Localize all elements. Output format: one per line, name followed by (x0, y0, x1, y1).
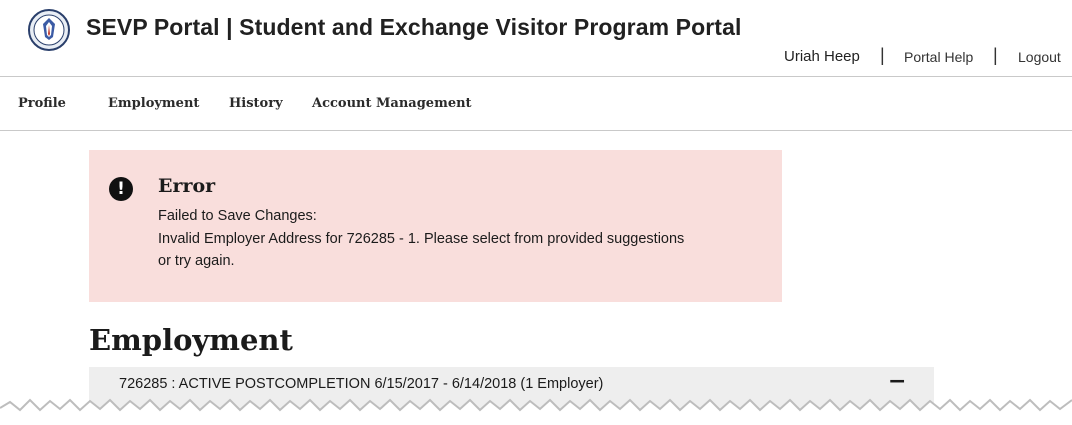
alert-line: Failed to Save Changes: (158, 208, 317, 224)
logout-link[interactable]: Logout (1018, 49, 1061, 65)
alert-line: Invalid Employer Address for 726285 - 1.… (158, 230, 685, 247)
torn-edge (0, 398, 1072, 425)
alert-message: Failed to Save Changes: Invalid Employer… (158, 205, 768, 273)
nav-item-profile[interactable]: Profile (18, 96, 66, 111)
site-header: SEVP Portal | Student and Exchange Visit… (0, 0, 1072, 77)
portal-help-link[interactable]: Portal Help (904, 49, 973, 65)
nav-item-account-management[interactable]: Account Management (312, 96, 472, 111)
dhs-seal-icon (28, 9, 70, 51)
nav-item-employment[interactable]: Employment (108, 96, 199, 111)
accordion-label: 726285 : ACTIVE POSTCOMPLETION 6/15/2017… (119, 376, 604, 392)
error-alert: ! Error Failed to Save Changes: Invalid … (89, 150, 782, 302)
user-name: Uriah Heep (784, 48, 860, 65)
page-title: Employment (89, 323, 293, 357)
exclamation-circle-icon: ! (109, 177, 133, 201)
main-nav: Profile Employment History Account Manag… (0, 77, 1072, 131)
separator: | (880, 45, 885, 65)
collapse-minus-icon[interactable]: − (888, 369, 906, 394)
alert-heading: Error (158, 175, 216, 197)
alert-line: or try again. (158, 253, 235, 269)
portal-title: SEVP Portal | Student and Exchange Visit… (86, 14, 742, 40)
separator: | (993, 45, 998, 65)
nav-item-history[interactable]: History (229, 96, 283, 111)
